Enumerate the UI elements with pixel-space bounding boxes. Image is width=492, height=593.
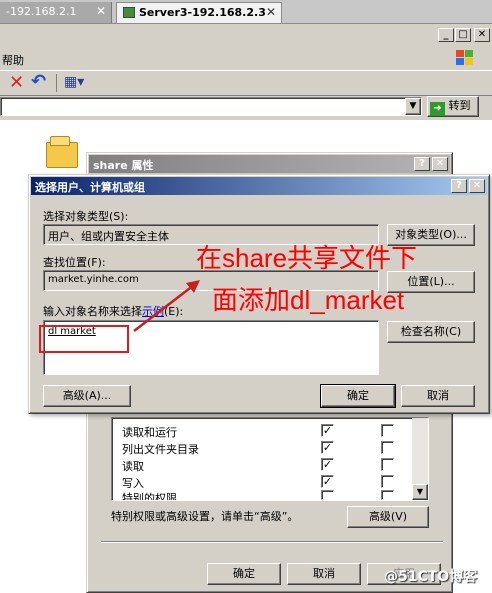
share-properties-titlebar: share 属性 ? ✕ xyxy=(89,155,450,173)
tab-server3[interactable]: Server3-192.168.2.3 ✕ xyxy=(116,2,282,23)
annotation-text-line-2: 面添加dl_market xyxy=(212,285,405,315)
permission-list: 读取和运行 ✓ 列出文件夹目录 ✓ 读取 ✓ 写入 ✓ 特别的权限 ▼ xyxy=(111,417,429,501)
dialog-advanced-button[interactable]: 高级(A)... xyxy=(43,385,131,407)
scrollbar[interactable]: ▼ xyxy=(412,418,428,500)
windows-logo-icon xyxy=(454,48,476,68)
highlight-box xyxy=(39,325,129,353)
menu-help[interactable]: 帮助 xyxy=(2,52,24,68)
toolbar: ✕ ↶ ▦▾ xyxy=(0,70,492,96)
dialog-cancel-button[interactable]: 取消 xyxy=(401,385,475,407)
tab-server-2-1[interactable]: -192.168.2.1 ✕ xyxy=(0,2,112,23)
minimize-button[interactable]: _ xyxy=(438,28,454,42)
annotation-arrow xyxy=(133,280,200,332)
tab-label: -192.168.2.1 xyxy=(6,5,77,18)
scroll-down-arrow[interactable]: ▼ xyxy=(412,484,428,500)
views-icon[interactable]: ▦▾ xyxy=(64,74,84,90)
share-advanced-button[interactable]: 高级(V) xyxy=(347,506,429,528)
deny-checkbox[interactable] xyxy=(381,458,394,471)
dialog-title: 选择用户、计算机或组 xyxy=(35,181,145,194)
menu-bar: 帮助 xyxy=(0,50,492,68)
allow-checkbox[interactable]: ✓ xyxy=(321,458,334,471)
allow-checkbox[interactable]: ✓ xyxy=(321,475,334,488)
annotation-text-line-1: 在share共享文件下 xyxy=(196,243,418,273)
address-input[interactable]: ▼ xyxy=(0,97,422,116)
share-ok-button[interactable]: 确定 xyxy=(207,563,281,585)
deny-checkbox[interactable] xyxy=(381,490,394,500)
watermark: @51CTO博客 xyxy=(384,569,478,585)
permission-row: 特别的权限 xyxy=(122,492,177,500)
delete-icon[interactable]: ✕ xyxy=(9,72,24,93)
close-button[interactable]: ✕ xyxy=(469,179,485,193)
divider xyxy=(101,541,443,543)
permission-row: 写入 xyxy=(122,477,144,490)
special-permissions-text: 特别权限或高级设置，请单击“高级”。 xyxy=(111,510,299,523)
window-title: share 属性 xyxy=(93,159,154,172)
host-window-caption: _ □ ✕ xyxy=(0,24,492,49)
dialog-ok-button[interactable]: 确定 xyxy=(320,384,396,408)
location-label: 查找位置(F): xyxy=(43,256,106,269)
go-arrow-icon: ➜ xyxy=(430,102,445,116)
select-users-titlebar: 选择用户、计算机或组 ? ✕ xyxy=(31,177,487,195)
permission-row: 读取和运行 xyxy=(122,426,177,439)
allow-checkbox[interactable]: ✓ xyxy=(321,441,334,454)
close-button[interactable]: ✕ xyxy=(432,157,448,171)
undo-icon[interactable]: ↶ xyxy=(31,71,46,92)
go-button[interactable]: ➜ 转到 xyxy=(427,96,479,117)
remote-desktop-icon xyxy=(123,7,135,18)
toolbar-divider xyxy=(56,74,57,92)
permission-row: 读取 xyxy=(122,460,144,473)
chevron-down-icon[interactable]: ▼ xyxy=(405,98,421,115)
tab-label: Server3-192.168.2.3 xyxy=(139,6,266,19)
permission-row: 列出文件夹目录 xyxy=(122,443,199,456)
close-button[interactable]: ✕ xyxy=(474,28,490,42)
window-tab-bar: -192.168.2.1 ✕ Server3-192.168.2.3 ✕ xyxy=(0,0,492,24)
deny-checkbox[interactable] xyxy=(381,475,394,488)
close-icon[interactable]: ✕ xyxy=(266,5,276,19)
allow-checkbox[interactable]: ✓ xyxy=(321,424,334,437)
object-type-label: 选择对象类型(S): xyxy=(43,210,129,223)
go-label: 转到 xyxy=(448,99,471,112)
maximize-button[interactable]: □ xyxy=(455,28,471,42)
check-names-button[interactable]: 检查名称(C) xyxy=(387,321,475,343)
close-icon[interactable]: ✕ xyxy=(96,4,106,18)
allow-checkbox[interactable] xyxy=(321,490,334,500)
help-button[interactable]: ? xyxy=(451,179,467,193)
deny-checkbox[interactable] xyxy=(381,424,394,437)
folder-icon xyxy=(44,136,84,172)
address-bar: ▼ ➜ 转到 xyxy=(0,96,492,118)
deny-checkbox[interactable] xyxy=(381,441,394,454)
help-button[interactable]: ? xyxy=(414,157,430,171)
share-cancel-button[interactable]: 取消 xyxy=(287,563,361,585)
